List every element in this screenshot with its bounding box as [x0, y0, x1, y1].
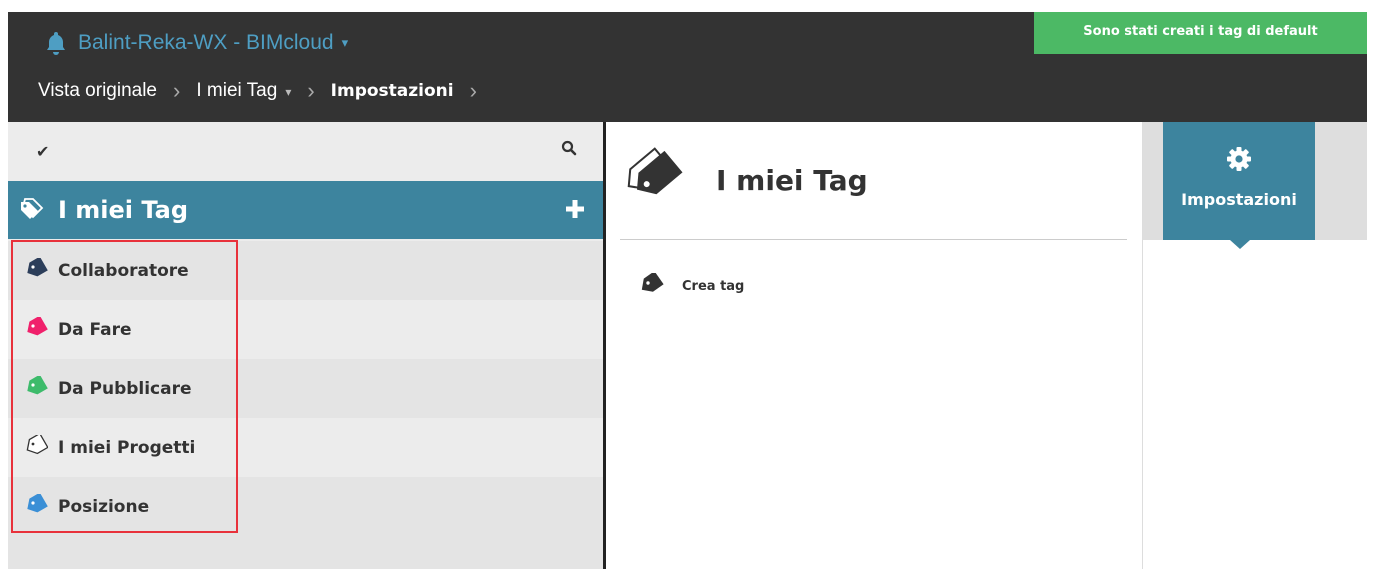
tag-item-posizione[interactable]: Posizione [8, 477, 603, 536]
breadcrumb-separator-icon: › [173, 78, 181, 103]
check-icon[interactable]: ✔ [36, 142, 49, 161]
tag-item-da-fare[interactable]: Da Fare [8, 300, 603, 359]
tag-item-da-pubblicare[interactable]: Da Pubblicare [8, 359, 603, 418]
breadcrumb-item-miei-tag[interactable]: I miei Tag ▾ [196, 80, 291, 102]
tag-list: Collaboratore Da Fare Da Pubblicare I mi… [8, 241, 603, 536]
gear-icon [1226, 122, 1252, 176]
create-tag-label: Crea tag [682, 278, 745, 294]
tag-icon [24, 432, 58, 460]
tag-label: I miei Progetti [58, 437, 196, 458]
breadcrumb-item-vista-originale[interactable]: Vista originale [38, 80, 157, 102]
tag-list-empty-row [8, 536, 603, 569]
sidebar-toolbar: ✔ [8, 122, 603, 181]
breadcrumb-item-label: I miei Tag [196, 80, 278, 101]
notification-toast: Sono stati creati i tag di default [1034, 12, 1367, 54]
tag-icon [24, 374, 58, 401]
tags-icon [622, 144, 690, 210]
breadcrumb-separator-icon: › [469, 78, 477, 103]
tag-icon [24, 492, 58, 519]
breadcrumb: Vista originale › I miei Tag ▾ › Impostaz… [38, 76, 493, 106]
panel-heading: I miei Tag [622, 144, 868, 210]
breadcrumb-item-impostazioni[interactable]: Impostazioni [331, 81, 454, 101]
tags-sidebar: ✔ I miei Tag Collaboratore Da Fare Da Pu… [8, 122, 603, 569]
tag-icon [24, 256, 58, 283]
tag-label: Da Fare [58, 319, 132, 340]
tag-item-collaboratore[interactable]: Collaboratore [8, 241, 603, 300]
tab-settings[interactable]: Impostazioni [1163, 122, 1315, 240]
tag-label: Da Pubblicare [58, 378, 192, 399]
tag-icon [24, 315, 58, 342]
create-tag-button[interactable]: Crea tag [638, 271, 745, 299]
page-title: I miei Tag [716, 163, 868, 197]
chevron-down-icon[interactable]: ▾ [342, 35, 349, 51]
tag-label: Posizione [58, 496, 150, 517]
settings-panel: Impostazioni [1143, 122, 1367, 569]
bell-icon[interactable] [46, 31, 66, 55]
divider [620, 239, 1127, 240]
project-selector[interactable]: Balint-Reka-WX - BIMcloud ▾ [46, 28, 348, 58]
tag-icon [638, 271, 682, 299]
tab-settings-label: Impostazioni [1181, 190, 1297, 209]
search-icon[interactable] [561, 140, 577, 160]
tags-header: I miei Tag [8, 181, 603, 239]
tags-content-panel: I miei Tag Crea tag [606, 122, 1142, 569]
tag-label: Collaboratore [58, 260, 189, 281]
active-tab-pointer [1230, 240, 1250, 249]
chevron-down-icon[interactable]: ▾ [285, 85, 291, 99]
breadcrumb-separator-icon: › [307, 78, 315, 103]
tag-item-miei-progetti[interactable]: I miei Progetti [8, 418, 603, 477]
plus-icon[interactable] [565, 199, 585, 223]
project-title[interactable]: Balint-Reka-WX - BIMcloud [78, 31, 334, 55]
tags-header-title: I miei Tag [58, 196, 189, 224]
tags-icon [18, 196, 46, 224]
